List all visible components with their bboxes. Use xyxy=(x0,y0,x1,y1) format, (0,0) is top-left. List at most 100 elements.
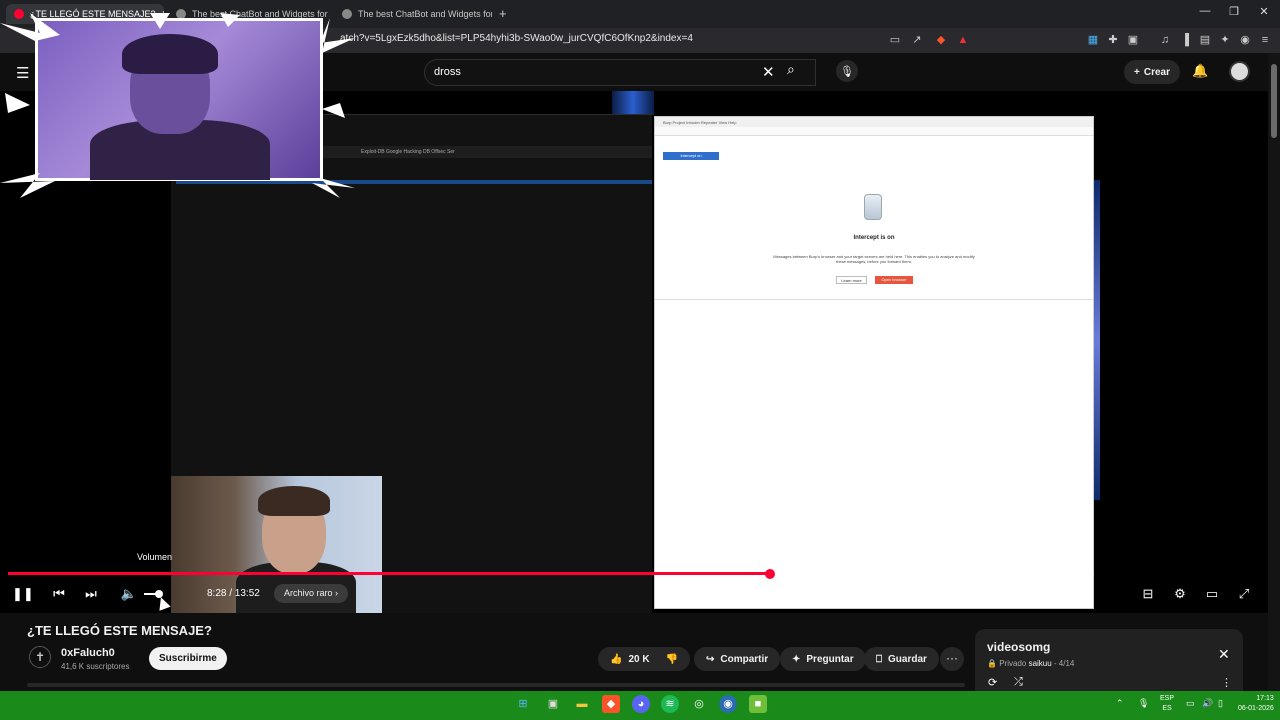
tray-clock[interactable]: 17:13 06-01-2026 xyxy=(1238,694,1274,714)
subtitles-icon[interactable]: ⊟ xyxy=(1139,586,1157,602)
create-button[interactable]: + Crear xyxy=(1124,60,1180,84)
vpn-icon[interactable]: ◉ xyxy=(1238,33,1252,47)
clock-time: 17:13 xyxy=(1256,695,1274,702)
media-icon[interactable]: ♫ xyxy=(1158,33,1172,47)
burp-learn-button: Learn more xyxy=(836,276,867,284)
menu-icon[interactable]: ≡ xyxy=(1258,33,1272,47)
close-playlist-icon[interactable]: ✕ xyxy=(1218,646,1230,663)
ask-button[interactable]: ✦ Preguntar xyxy=(780,647,866,671)
channel-avatar[interactable]: ✝ xyxy=(29,646,51,668)
search-box[interactable] xyxy=(424,59,816,86)
microphone-icon[interactable]: 🎙 xyxy=(836,60,858,82)
plus-icon: + xyxy=(1134,66,1140,78)
page-scrollbar[interactable] xyxy=(1268,53,1280,691)
channel-name[interactable]: 0xFaluch0 xyxy=(61,647,115,659)
volume-tooltip: Volumen xyxy=(137,552,173,562)
lock-icon: 🔒 xyxy=(987,659,997,668)
volume-icon[interactable]: 🔈 xyxy=(120,586,138,602)
url-text[interactable]: atch?v=5LgxEzk5dho&list=PLP54hyhi3b-SWao… xyxy=(340,33,693,44)
chapter-button[interactable]: Archivo raro › xyxy=(274,584,349,603)
search-icon[interactable]: ⌕ xyxy=(787,61,795,78)
ask-label: Preguntar xyxy=(806,653,854,665)
like-dislike-group: 👍 20 K 👎 xyxy=(598,647,690,671)
tray-battery-icon[interactable]: ▯ xyxy=(1218,698,1223,709)
windows-start-icon[interactable]: ⊞ xyxy=(514,695,532,713)
save-label: Guardar xyxy=(888,653,927,665)
description-box-edge xyxy=(27,683,965,687)
tray-chevron-up-icon[interactable]: ⌃ xyxy=(1116,698,1124,709)
obs-icon[interactable]: ◎ xyxy=(690,695,708,713)
theater-mode-icon[interactable]: ▭ xyxy=(1203,586,1221,602)
more-actions-button[interactable]: ··· xyxy=(940,647,964,671)
brave-rewards-icon[interactable]: ▲ xyxy=(956,33,970,47)
brave-browser-icon[interactable]: ◆ xyxy=(602,695,620,713)
brave-shield-icon[interactable]: ◆ xyxy=(934,33,948,47)
like-count[interactable]: 20 K xyxy=(628,654,649,665)
subscribe-button[interactable]: Suscribirme xyxy=(149,647,227,670)
playlist-owner[interactable]: saikuu xyxy=(1029,659,1052,668)
pause-icon[interactable]: ❚❚ xyxy=(12,586,34,602)
language-code: ESP xyxy=(1160,695,1175,702)
burp-divider xyxy=(655,299,1093,300)
file-explorer-icon[interactable]: ▬ xyxy=(573,695,591,713)
burp-menubar: Burp Project Intruder Repeater View Help xyxy=(655,117,1093,127)
chevron-right-icon: › xyxy=(335,588,339,598)
cast-icon[interactable]: ▭ xyxy=(888,33,902,47)
save-button[interactable]: ⎕ Guardar xyxy=(864,647,939,671)
webcam-person xyxy=(258,486,330,516)
new-tab-button[interactable]: + xyxy=(499,6,507,21)
discord-icon[interactable]: ◕ xyxy=(632,695,650,713)
tray-network-icon[interactable]: ▭ xyxy=(1186,698,1195,709)
spotify-icon[interactable]: ≋ xyxy=(661,695,679,713)
translate-extension-icon[interactable]: ▦ xyxy=(1086,33,1100,47)
extensions-icon[interactable]: ✚ xyxy=(1106,33,1120,47)
clock-date: 06-01-2026 xyxy=(1238,705,1274,712)
minimize-icon[interactable]: — xyxy=(1190,5,1220,17)
tray-microphone-icon[interactable]: 🎙 xyxy=(1138,698,1149,709)
share-button[interactable]: ↪ Compartir xyxy=(694,647,781,671)
wallet-icon[interactable]: ▤ xyxy=(1198,33,1212,47)
dislike-icon[interactable]: 👎 xyxy=(666,654,678,665)
user-avatar[interactable] xyxy=(1229,61,1250,82)
bookmark-icon: ⎕ xyxy=(876,653,882,665)
sidebar-icon[interactable]: ▐ xyxy=(1178,33,1192,47)
screenshot-icon[interactable]: ▣ xyxy=(1126,33,1140,47)
burp-description: Messages between Burp's browser and your… xyxy=(773,254,975,264)
tray-language[interactable]: ESP ES xyxy=(1160,694,1174,714)
share-icon: ↪ xyxy=(706,653,715,665)
shuffle-icon[interactable]: ⤮ xyxy=(1014,676,1023,689)
tab-label: The best ChatBot and Widgets for Ki xyxy=(358,9,492,19)
notifications-bell-icon[interactable]: 🔔 xyxy=(1192,63,1208,79)
maximize-icon[interactable]: ❐ xyxy=(1219,5,1249,18)
search-input[interactable]: dross xyxy=(434,66,461,78)
minecraft-icon[interactable]: ■ xyxy=(749,695,767,713)
like-icon[interactable]: 👍 xyxy=(610,654,622,665)
clear-search-icon[interactable]: ✕ xyxy=(762,63,775,81)
playlist-title[interactable]: videosomg xyxy=(987,640,1050,654)
scrollbar-thumb[interactable] xyxy=(1271,64,1277,138)
keyboard-layout: ES xyxy=(1162,705,1172,712)
playlist-menu-icon[interactable]: ⋮ xyxy=(1221,676,1232,689)
tab-chatbot-2[interactable]: The best ChatBot and Widgets for Ki xyxy=(334,4,492,24)
video-decoration xyxy=(1094,180,1100,500)
loop-icon[interactable]: ⟳ xyxy=(988,676,997,689)
fullscreen-icon[interactable]: ⤢ xyxy=(1235,586,1253,602)
chapter-label: Archivo raro xyxy=(284,588,333,598)
share-label: Compartir xyxy=(720,653,769,665)
burp-title: Intercept is on xyxy=(853,235,895,241)
create-label: Crear xyxy=(1143,66,1170,78)
subscriber-count: 41,6 K suscriptores xyxy=(61,662,130,671)
app-icon[interactable]: ◉ xyxy=(719,695,737,713)
share-page-icon[interactable]: ↗ xyxy=(910,33,924,47)
close-window-icon[interactable]: ✕ xyxy=(1249,5,1279,18)
burp-open-browser-button: Open browser xyxy=(875,276,913,284)
burp-intercept-button: Intercept on xyxy=(663,152,719,160)
previous-icon[interactable]: ⏮ xyxy=(50,586,68,602)
settings-gear-icon[interactable]: ⚙ xyxy=(1171,586,1189,602)
leo-ai-icon[interactable]: ✦ xyxy=(1218,33,1232,47)
next-icon[interactable]: ⏭ xyxy=(82,586,100,602)
task-view-icon[interactable]: ▣ xyxy=(544,695,562,713)
video-title: ¿TE LLEGÓ ESTE MENSAJE? xyxy=(27,623,212,638)
tray-volume-icon[interactable]: 🔊 xyxy=(1202,698,1213,709)
burp-tabs xyxy=(655,127,1093,136)
